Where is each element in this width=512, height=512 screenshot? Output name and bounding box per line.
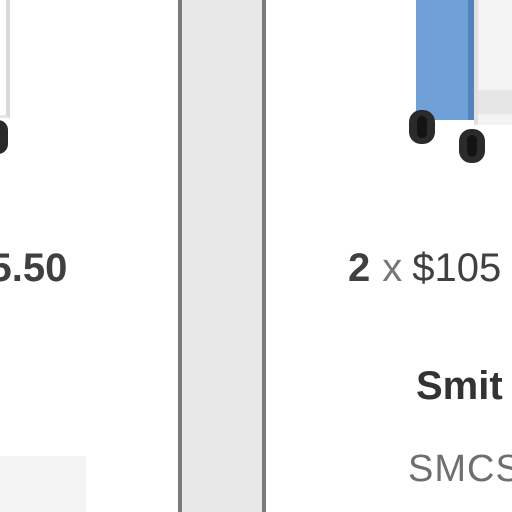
caster-wheel-icon (459, 129, 485, 163)
unit-price: $105 (412, 246, 502, 290)
cart-frame-left (0, 0, 10, 118)
product-card-right[interactable]: 2 x $105 Smit SMCS (266, 0, 512, 512)
product-card-left[interactable]: $65.50 (0, 0, 178, 512)
cart-blue-panel (416, 0, 474, 120)
card-footer-area (0, 456, 86, 512)
caster-wheel-icon (409, 110, 435, 144)
cart-shelf (478, 90, 512, 114)
caster-wheel-icon (0, 120, 8, 154)
quantity-price-line: 2 x $105 (348, 246, 501, 291)
card-divider (178, 0, 266, 512)
product-price: $65.50 (0, 246, 68, 290)
product-name[interactable]: Smit (416, 364, 503, 409)
item-quantity: 2 (348, 246, 371, 290)
product-image-right[interactable] (396, 0, 512, 130)
product-sku: SMCS (408, 448, 512, 490)
multiply-sign: x (382, 246, 403, 290)
